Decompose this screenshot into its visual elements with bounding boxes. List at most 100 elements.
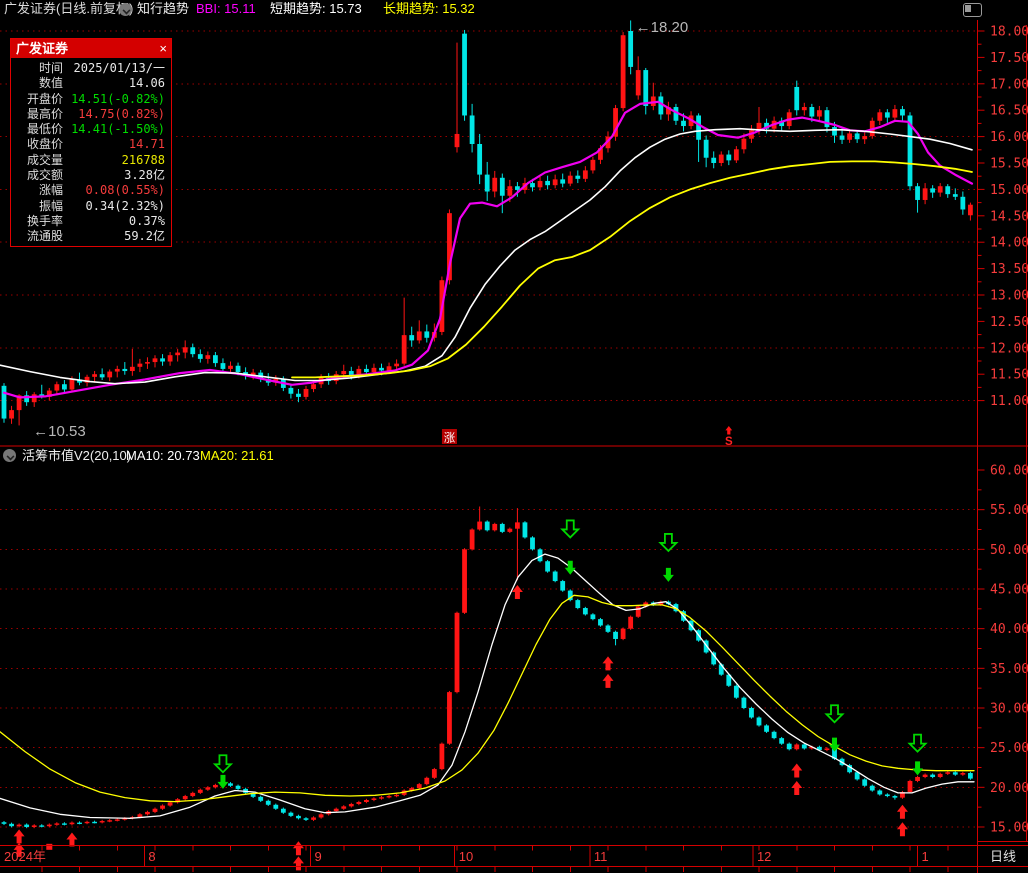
info-label: 开盘价	[11, 92, 63, 107]
info-label: 成交额	[11, 168, 63, 183]
info-row: 成交额3.28亿	[11, 168, 171, 183]
info-row: 换手率0.37%	[11, 214, 171, 229]
svg-text:55.00: 55.00	[990, 503, 1028, 518]
svg-text:1: 1	[922, 849, 929, 864]
info-row: 流通股59.2亿	[11, 229, 171, 244]
svg-text:45.00: 45.00	[990, 582, 1028, 597]
indicator-subheader: 活筹市值V2(20,10) MA10: 20.73 MA20: 21.61	[0, 448, 975, 463]
info-label: 最低价	[11, 122, 63, 137]
svg-text:11.50: 11.50	[990, 368, 1028, 383]
info-row: 最低价14.41(-1.50%)	[11, 122, 171, 137]
sell-arrow-icon	[215, 755, 231, 772]
info-value: 216788	[63, 153, 171, 168]
svg-text:涨: 涨	[444, 432, 456, 445]
info-row: 时间2025/01/13/一	[11, 61, 171, 76]
info-label: 收盘价	[11, 137, 63, 152]
stock-title: 广发证券(日线.前复权)	[4, 0, 133, 18]
trading-app-window: 18.0017.5017.0016.5016.0015.5015.0014.50…	[0, 0, 1028, 873]
layout-panel-icon[interactable]	[963, 3, 982, 17]
info-label: 振幅	[11, 199, 63, 214]
period-selector[interactable]: 日线	[979, 848, 1027, 865]
ma10-value: MA10: 20.73	[126, 448, 200, 463]
buy-arrow-icon	[897, 822, 908, 836]
svg-text:14.50: 14.50	[990, 209, 1028, 224]
svg-text:16.00: 16.00	[990, 130, 1028, 145]
info-value: 14.51(-0.82%)	[63, 92, 171, 107]
buy-arrow-icon	[791, 781, 802, 795]
svg-text:14.00: 14.00	[990, 236, 1028, 251]
svg-text:12: 12	[757, 849, 771, 864]
svg-text:15.00: 15.00	[990, 820, 1028, 835]
close-icon[interactable]: ×	[159, 39, 167, 58]
top-header: 广发证券(日线.前复权) 知行趋势 BBI: 15.11 短期趋势: 15.73…	[0, 0, 1028, 18]
info-value: 3.28亿	[63, 168, 171, 183]
svg-text:8: 8	[148, 849, 155, 864]
indicator-name: 知行趋势	[137, 0, 189, 18]
svg-text:25.00: 25.00	[990, 741, 1028, 756]
sell-arrow-icon	[217, 775, 228, 789]
svg-text:30.00: 30.00	[990, 701, 1028, 716]
info-value: 14.71	[63, 137, 171, 152]
ma20-value: MA20: 21.61	[200, 448, 274, 463]
sell-arrow-icon	[565, 561, 576, 575]
info-label: 时间	[11, 61, 63, 76]
indicator-formula: 活筹市值V2(20,10)	[22, 448, 131, 463]
info-row: 涨幅0.08(0.55%)	[11, 183, 171, 198]
info-label: 涨幅	[11, 183, 63, 198]
svg-text:17.00: 17.00	[990, 77, 1028, 92]
svg-text:12.00: 12.00	[990, 341, 1028, 356]
info-row: 数值14.06	[11, 76, 171, 91]
header-metric: 短期趋势: 15.73	[270, 0, 362, 18]
chevron-down-icon[interactable]	[119, 3, 132, 16]
info-label: 换手率	[11, 214, 63, 229]
buy-arrow-icon	[603, 674, 614, 688]
info-label: 流通股	[11, 229, 63, 244]
sell-arrow-icon	[912, 761, 923, 775]
sell-arrow-icon	[562, 520, 578, 537]
info-panel-titlebar[interactable]: 广发证券 ×	[11, 39, 171, 58]
info-value: 59.2亿	[63, 229, 171, 244]
info-row: 振幅0.34(2.32%)	[11, 199, 171, 214]
info-value: 2025/01/13/一	[63, 61, 171, 76]
chevron-down-icon[interactable]	[3, 449, 16, 462]
sell-arrow-icon	[829, 738, 840, 752]
svg-text:←18.20: ←18.20	[636, 19, 689, 36]
info-label: 数值	[11, 76, 63, 91]
info-panel-title: 广发证券	[16, 41, 68, 56]
svg-text:11: 11	[594, 849, 608, 864]
svg-text:50.00: 50.00	[990, 543, 1028, 558]
info-value: 0.37%	[63, 214, 171, 229]
svg-text:20.00: 20.00	[990, 781, 1028, 796]
sell-arrow-icon	[663, 568, 674, 582]
sell-arrow-icon	[910, 735, 926, 752]
info-value: 14.41(-1.50%)	[63, 122, 171, 137]
svg-text:2024年: 2024年	[4, 849, 46, 864]
svg-text:9: 9	[315, 849, 322, 864]
svg-text:15.00: 15.00	[990, 183, 1028, 198]
header-metric: BBI: 15.11	[196, 0, 256, 18]
info-label: 最高价	[11, 107, 63, 122]
svg-text:12.50: 12.50	[990, 315, 1028, 330]
svg-text:17.50: 17.50	[990, 51, 1028, 66]
sell-arrow-icon	[827, 705, 843, 722]
info-row: 开盘价14.51(-0.82%)	[11, 92, 171, 107]
info-value: 14.75(0.82%)	[63, 107, 171, 122]
info-row: 成交量216788	[11, 153, 171, 168]
info-value: 0.08(0.55%)	[63, 183, 171, 198]
svg-text:10: 10	[459, 849, 473, 864]
quote-info-panel: 广发证券 × 时间2025/01/13/一 数值14.06 开盘价14.51(-…	[10, 38, 172, 247]
buy-arrow-icon	[293, 856, 304, 870]
svg-text:35.00: 35.00	[990, 662, 1028, 677]
info-value: 14.06	[63, 76, 171, 91]
buy-arrow-icon	[14, 829, 25, 843]
svg-text:13.50: 13.50	[990, 262, 1028, 277]
svg-text:←10.53: ←10.53	[33, 423, 86, 440]
svg-text:13.00: 13.00	[990, 289, 1028, 304]
info-label: 成交量	[11, 153, 63, 168]
header-metric: 长期趋势: 15.32	[383, 0, 475, 18]
buy-arrow-icon	[897, 805, 908, 819]
svg-text:40.00: 40.00	[990, 622, 1028, 637]
buy-arrow-icon	[293, 841, 304, 855]
buy-arrow-icon	[66, 833, 77, 847]
info-row: 收盘价14.71	[11, 137, 171, 152]
